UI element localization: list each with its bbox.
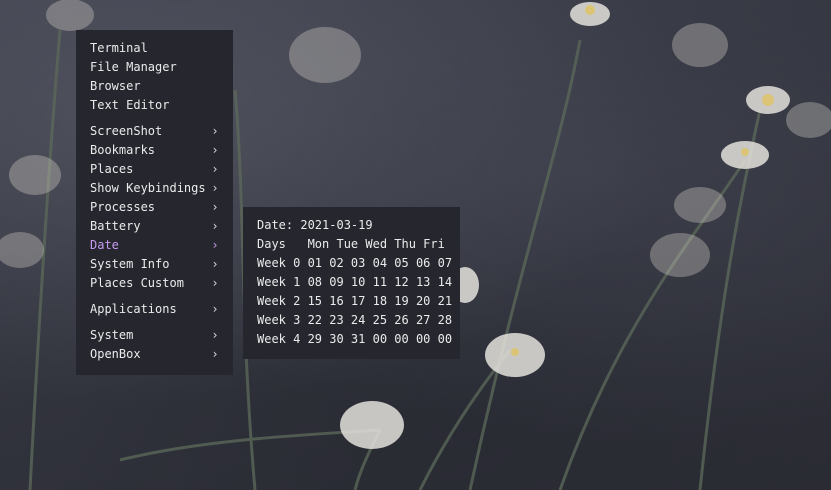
- menu-item-text-editor[interactable]: Text Editor: [90, 96, 220, 115]
- menu-item-label: System: [90, 328, 134, 342]
- chevron-right-icon: ›: [211, 219, 219, 233]
- menu-item-label: System Info: [90, 257, 170, 271]
- menu-item-label: Battery: [90, 219, 141, 233]
- chevron-right-icon: ›: [211, 181, 219, 195]
- menu-item-label: Places: [90, 162, 134, 176]
- menu-item-openbox[interactable]: OpenBox ›: [90, 345, 220, 364]
- chevron-right-icon: ›: [211, 328, 219, 342]
- menu-item-label: File Manager: [90, 60, 177, 74]
- calendar-week-row: Week 3 22 23 24 25 26 27 28: [257, 313, 453, 327]
- chevron-right-icon: ›: [211, 302, 219, 316]
- menu-item-label: Browser: [90, 79, 141, 93]
- menu-item-file-manager[interactable]: File Manager: [90, 58, 220, 77]
- date-submenu: Date: 2021-03-19 Days Mon Tue Wed Thu Fr…: [243, 207, 460, 359]
- openbox-root-menu: Terminal File Manager Browser Text Edito…: [76, 30, 233, 375]
- calendar-week-row: Week 1 08 09 10 11 12 13 14: [257, 275, 453, 289]
- menu-item-label: Processes: [90, 200, 156, 214]
- menu-item-battery[interactable]: Battery ›: [90, 217, 220, 236]
- chevron-right-icon: ›: [211, 124, 219, 138]
- menu-item-system-info[interactable]: System Info ›: [90, 255, 220, 274]
- menu-item-label: Places Custom: [90, 276, 184, 290]
- menu-item-terminal[interactable]: Terminal: [90, 39, 220, 58]
- menu-item-label: ScreenShot: [90, 124, 163, 138]
- menu-item-processes[interactable]: Processes ›: [90, 198, 220, 217]
- chevron-right-icon: ›: [211, 143, 219, 157]
- chevron-right-icon: ›: [211, 257, 219, 271]
- menu-item-label: Bookmarks: [90, 143, 156, 157]
- date-line: Date: 2021-03-19: [257, 218, 373, 232]
- chevron-right-icon: ›: [211, 238, 219, 252]
- chevron-right-icon: ›: [211, 200, 219, 214]
- calendar-week-row: Week 0 01 02 03 04 05 06 07: [257, 256, 453, 270]
- menu-item-label: Applications: [90, 302, 177, 316]
- calendar-week-row: Week 2 15 16 17 18 19 20 21: [257, 294, 453, 308]
- chevron-right-icon: ›: [211, 276, 219, 290]
- menu-item-label: Show Keybindings: [90, 181, 206, 195]
- menu-item-label: OpenBox: [90, 347, 141, 361]
- menu-item-show-keybindings[interactable]: Show Keybindings ›: [90, 179, 220, 198]
- chevron-right-icon: ›: [211, 162, 219, 176]
- calendar-header-row: Days Mon Tue Wed Thu Fri: [257, 237, 445, 251]
- menu-item-screenshot[interactable]: ScreenShot ›: [90, 122, 220, 141]
- menu-item-label: Terminal: [90, 41, 148, 55]
- menu-item-system[interactable]: System ›: [90, 326, 220, 345]
- menu-item-label: Text Editor: [90, 98, 170, 112]
- menu-item-browser[interactable]: Browser: [90, 77, 220, 96]
- menu-item-places-custom[interactable]: Places Custom ›: [90, 274, 220, 293]
- menu-item-label: Date: [90, 238, 119, 252]
- menu-item-bookmarks[interactable]: Bookmarks ›: [90, 141, 220, 160]
- menu-item-applications[interactable]: Applications ›: [90, 300, 220, 319]
- calendar-week-row: Week 4 29 30 31 00 00 00 00: [257, 332, 453, 346]
- chevron-right-icon: ›: [211, 347, 219, 361]
- menu-item-places[interactable]: Places ›: [90, 160, 220, 179]
- menu-item-date[interactable]: Date ›: [90, 236, 220, 255]
